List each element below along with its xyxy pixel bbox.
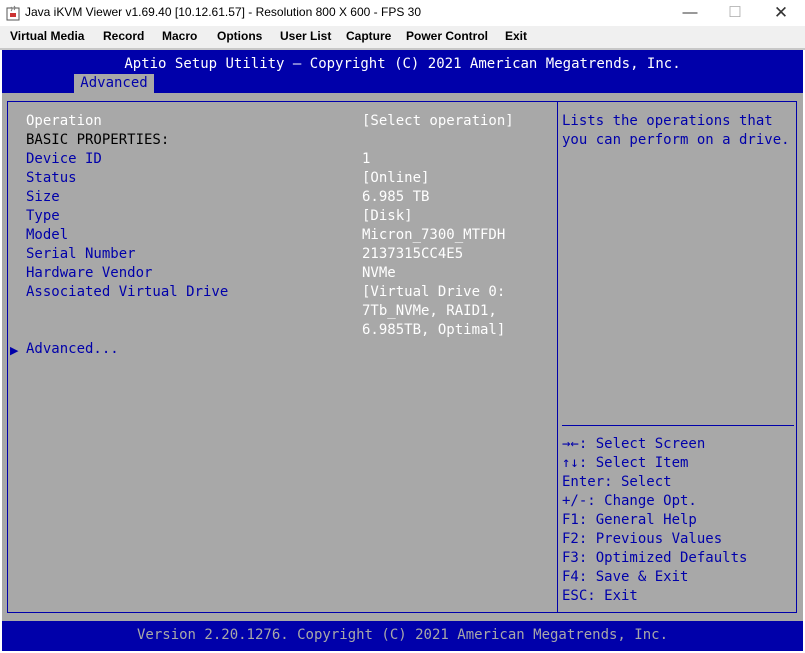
setting-associated-virtual-drive-label: Associated Virtual Drive [26, 284, 229, 300]
setting-size-value: 6.985 TB [362, 189, 430, 205]
setting-operation-label[interactable]: Operation [26, 113, 102, 129]
menu-bar: Virtual Media Record Macro Options User … [0, 26, 805, 48]
menu-power-control[interactable]: Power Control [406, 29, 488, 43]
setting-hardware-vendor-label: Hardware Vendor [26, 265, 153, 281]
minimize-button[interactable]: — [667, 0, 713, 26]
bios-header: Aptio Setup Utility – Copyright (C) 2021… [2, 50, 803, 93]
bios-version-text: Version 2.20.1276. Copyright (C) 2021 Am… [136, 627, 668, 643]
setting-associated-virtual-drive-value: [Virtual Drive 0: [362, 284, 506, 300]
keyhelp-general-help: F1: General Help [562, 512, 697, 528]
menu-capture[interactable]: Capture [346, 29, 391, 43]
bios-body: Operation [Select operation] BASIC PROPE… [2, 93, 803, 621]
help-text-line1: Lists the operations that [562, 113, 773, 129]
setting-device-id-value: 1 [362, 151, 371, 167]
section-basic-properties: BASIC PROPERTIES: [26, 132, 170, 148]
panel-divider [557, 101, 558, 613]
bios-footer: Version 2.20.1276. Copyright (C) 2021 Am… [2, 621, 803, 651]
menu-options[interactable]: Options [217, 29, 262, 43]
window-title: Java iKVM Viewer v1.69.40 [10.12.61.57] … [25, 5, 422, 19]
help-text-line2: you can perform on a drive. [562, 132, 790, 148]
setting-serial-number-value: 2137315CC4E5 [362, 246, 464, 262]
setting-operation-value[interactable]: [Select operation] [362, 113, 514, 129]
keyhelp-previous-values: F2: Previous Values [562, 531, 723, 547]
keyhelp-optimized-defaults: F3: Optimized Defaults [562, 550, 748, 566]
menu-virtual-media[interactable]: Virtual Media [10, 29, 84, 43]
kvm-screen[interactable]: Aptio Setup Utility – Copyright (C) 2021… [2, 50, 803, 651]
close-button[interactable]: ✕ [758, 0, 804, 26]
keyhelp-save-exit: F4: Save & Exit [562, 569, 689, 585]
window-titlebar: Java iKVM Viewer v1.69.40 [10.12.61.57] … [0, 0, 805, 26]
tab-advanced[interactable]: Advanced [74, 74, 154, 93]
keyhelp-enter: Enter: Select [562, 474, 672, 490]
menu-macro[interactable]: Macro [162, 29, 197, 43]
keyhelp-select-item: ↑↓: Select Item [562, 455, 689, 471]
setting-type-value: [Disk] [362, 208, 413, 224]
setting-associated-virtual-drive-value-line2: 7Tb_NVMe, RAID1, [362, 303, 497, 319]
java-app-icon [6, 5, 20, 21]
setting-model-label: Model [26, 227, 69, 243]
setting-associated-virtual-drive-value-line3: 6.985TB, Optimal] [362, 322, 506, 338]
setting-hardware-vendor-value: NVMe [362, 265, 396, 281]
setting-type-label: Type [26, 208, 60, 224]
keyhelp-select-screen: →←: Select Screen [562, 436, 706, 452]
submenu-advanced[interactable]: Advanced... [26, 341, 119, 357]
maximize-button[interactable]: ☐ [712, 0, 758, 26]
setting-serial-number-label: Serial Number [26, 246, 136, 262]
menu-exit[interactable]: Exit [505, 29, 527, 43]
submenu-arrow-icon: ▶ [10, 345, 19, 357]
menu-record[interactable]: Record [103, 29, 144, 43]
setting-model-value: Micron_7300_MTFDH [362, 227, 506, 243]
setting-status-label: Status [26, 170, 77, 186]
keyhelp-esc-exit: ESC: Exit [562, 588, 638, 604]
help-divider [562, 425, 794, 426]
setting-device-id-label: Device ID [26, 151, 102, 167]
setting-size-label: Size [26, 189, 60, 205]
bios-title: Aptio Setup Utility – Copyright (C) 2021… [124, 56, 681, 72]
keyhelp-change-opt: +/-: Change Opt. [562, 493, 697, 509]
menu-user-list[interactable]: User List [280, 29, 331, 43]
setting-status-value: [Online] [362, 170, 430, 186]
